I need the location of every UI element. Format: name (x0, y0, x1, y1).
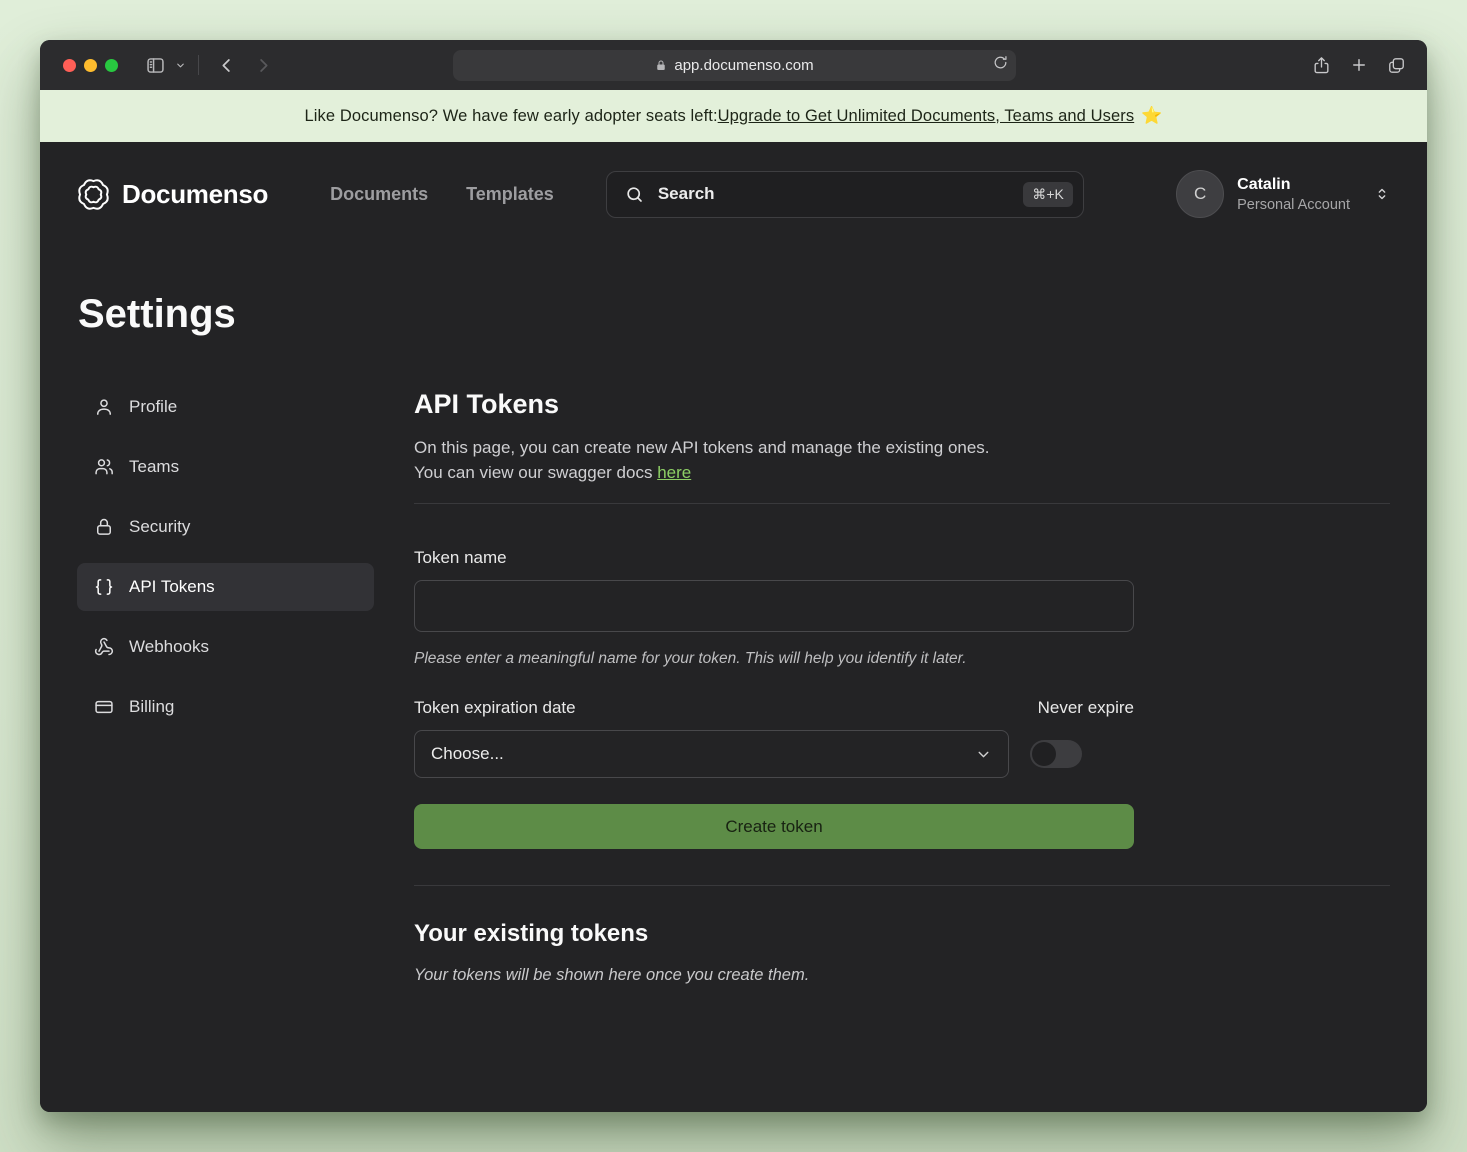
sidebar-item-label: Security (129, 517, 190, 537)
star-emoji: ⭐ (1141, 106, 1162, 126)
settings-sidebar: Profile Teams Security (77, 383, 374, 985)
section-description: On this page, you can create new API tok… (414, 435, 1390, 485)
address-bar[interactable]: app.documenso.com (453, 50, 1016, 81)
chevron-up-down-icon (1374, 185, 1390, 203)
webhook-icon (94, 637, 114, 657)
search-bar[interactable]: Search ⌘+K (606, 171, 1084, 218)
main-nav: Documents Templates (330, 184, 554, 205)
swagger-docs-link[interactable]: here (657, 463, 691, 482)
sidebar-item-label: Profile (129, 397, 177, 417)
lock-icon (94, 517, 114, 537)
avatar: C (1176, 170, 1224, 218)
account-menu[interactable]: C Catalin Personal Account (1176, 170, 1390, 218)
reload-icon[interactable] (993, 55, 1008, 70)
share-icon[interactable] (1312, 55, 1331, 75)
sidebar-item-profile[interactable]: Profile (77, 383, 374, 431)
browser-toolbar: app.documenso.com (40, 40, 1427, 90)
api-tokens-panel: API Tokens On this page, you can create … (414, 383, 1390, 985)
search-icon (625, 185, 644, 204)
page-title: Settings (78, 292, 1390, 337)
url-text: app.documenso.com (674, 57, 813, 74)
zoom-window-button[interactable] (105, 59, 118, 72)
sidebar-item-billing[interactable]: Billing (77, 683, 374, 731)
sidebar-item-label: Billing (129, 697, 174, 717)
never-expire-toggle[interactable] (1030, 740, 1082, 768)
account-type: Personal Account (1237, 197, 1350, 213)
expiration-selected-value: Choose... (431, 744, 504, 764)
search-shortcut-badge: ⌘+K (1023, 182, 1073, 207)
token-name-help: Please enter a meaningful name for your … (414, 650, 1390, 668)
traffic-lights (63, 59, 118, 72)
existing-tokens-heading: Your existing tokens (414, 920, 1390, 948)
description-line-2: You can view our swagger docs (414, 463, 657, 482)
token-name-input[interactable] (414, 580, 1134, 632)
never-expire-label: Never expire (1038, 698, 1134, 718)
new-tab-icon[interactable] (1350, 56, 1368, 74)
credit-card-icon (94, 697, 114, 717)
nav-documents[interactable]: Documents (330, 184, 428, 205)
token-name-label: Token name (414, 548, 1390, 568)
nav-templates[interactable]: Templates (466, 184, 554, 205)
toolbar-divider (198, 55, 199, 75)
sidebar-item-teams[interactable]: Teams (77, 443, 374, 491)
user-icon (94, 397, 114, 417)
existing-tokens-empty-text: Your tokens will be shown here once you … (414, 966, 1390, 985)
app-header: Documenso Documents Templates Search ⌘+K… (77, 142, 1390, 246)
sidebar-item-api-tokens[interactable]: API Tokens (77, 563, 374, 611)
divider (414, 885, 1390, 886)
toggle-knob (1032, 742, 1056, 766)
description-line-1: On this page, you can create new API tok… (414, 438, 990, 457)
browser-window: app.documenso.com Like Documenso? We ha (40, 40, 1427, 1112)
expiration-select[interactable]: Choose... (414, 730, 1009, 778)
sidebar-item-security[interactable]: Security (77, 503, 374, 551)
account-name: Catalin (1237, 176, 1350, 194)
minimize-window-button[interactable] (84, 59, 97, 72)
upgrade-link[interactable]: Upgrade to Get Unlimited Documents, Team… (718, 107, 1135, 126)
documenso-logo-icon (77, 178, 110, 211)
sidebar-item-label: Webhooks (129, 637, 209, 657)
brand-name: Documenso (122, 179, 268, 210)
forward-icon[interactable] (254, 56, 273, 75)
back-icon[interactable] (217, 56, 236, 75)
brand-logo[interactable]: Documenso (77, 178, 268, 211)
promo-banner: Like Documenso? We have few early adopte… (40, 90, 1427, 142)
close-window-button[interactable] (63, 59, 76, 72)
divider (414, 503, 1390, 504)
sidebar-toggle-icon[interactable] (145, 55, 166, 76)
braces-icon (94, 577, 114, 597)
app-page: Documenso Documents Templates Search ⌘+K… (40, 142, 1427, 1112)
chevron-down-icon (975, 746, 992, 763)
tab-overview-icon[interactable] (1387, 56, 1406, 75)
create-token-button[interactable]: Create token (414, 804, 1134, 849)
users-icon (94, 457, 114, 477)
sidebar-item-label: Teams (129, 457, 179, 477)
chevron-down-icon[interactable] (175, 60, 186, 71)
banner-text: Like Documenso? We have few early adopte… (305, 107, 718, 126)
search-placeholder: Search (658, 184, 715, 204)
section-heading: API Tokens (414, 389, 1390, 420)
sidebar-item-webhooks[interactable]: Webhooks (77, 623, 374, 671)
sidebar-item-label: API Tokens (129, 577, 215, 597)
expiration-label: Token expiration date (414, 698, 576, 718)
padlock-icon (655, 59, 667, 72)
